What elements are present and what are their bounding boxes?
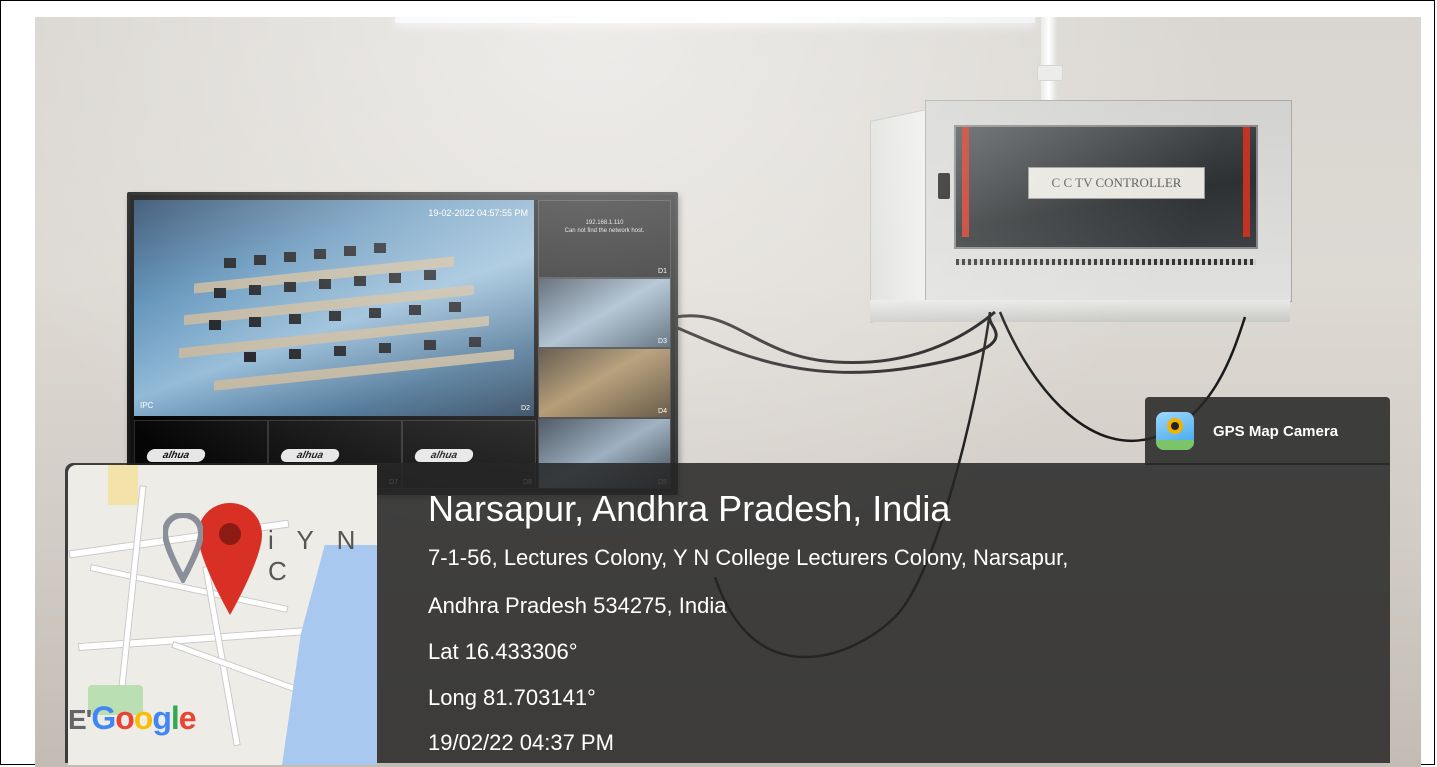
map-place-label: i Y N C bbox=[268, 525, 364, 586]
google-logo: E'Google bbox=[68, 700, 197, 736]
map-area-yellow bbox=[108, 465, 138, 505]
latitude: Lat 16.433306° bbox=[428, 639, 578, 664]
map-pin-shadow-icon bbox=[163, 513, 203, 583]
address-line-1: 7-1-56, Lectures Colony, Y N College Lec… bbox=[428, 545, 1069, 570]
datetime: 19/02/22 04:37 PM bbox=[428, 730, 614, 755]
google-logo-prefix: E' bbox=[68, 704, 92, 735]
gps-map-camera-badge: GPS Map Camera bbox=[1145, 397, 1390, 465]
map-pin-icon bbox=[198, 503, 262, 615]
gps-map-camera-icon bbox=[1156, 412, 1194, 450]
location-title: Narsapur, Andhra Pradesh, India bbox=[428, 488, 951, 529]
address-line-2: Andhra Pradesh 534275, India bbox=[428, 593, 727, 618]
gps-app-name: GPS Map Camera bbox=[1213, 422, 1339, 440]
longitude: Long 81.703141° bbox=[428, 685, 596, 710]
map-thumbnail: i Y N C E'Google bbox=[68, 465, 377, 765]
